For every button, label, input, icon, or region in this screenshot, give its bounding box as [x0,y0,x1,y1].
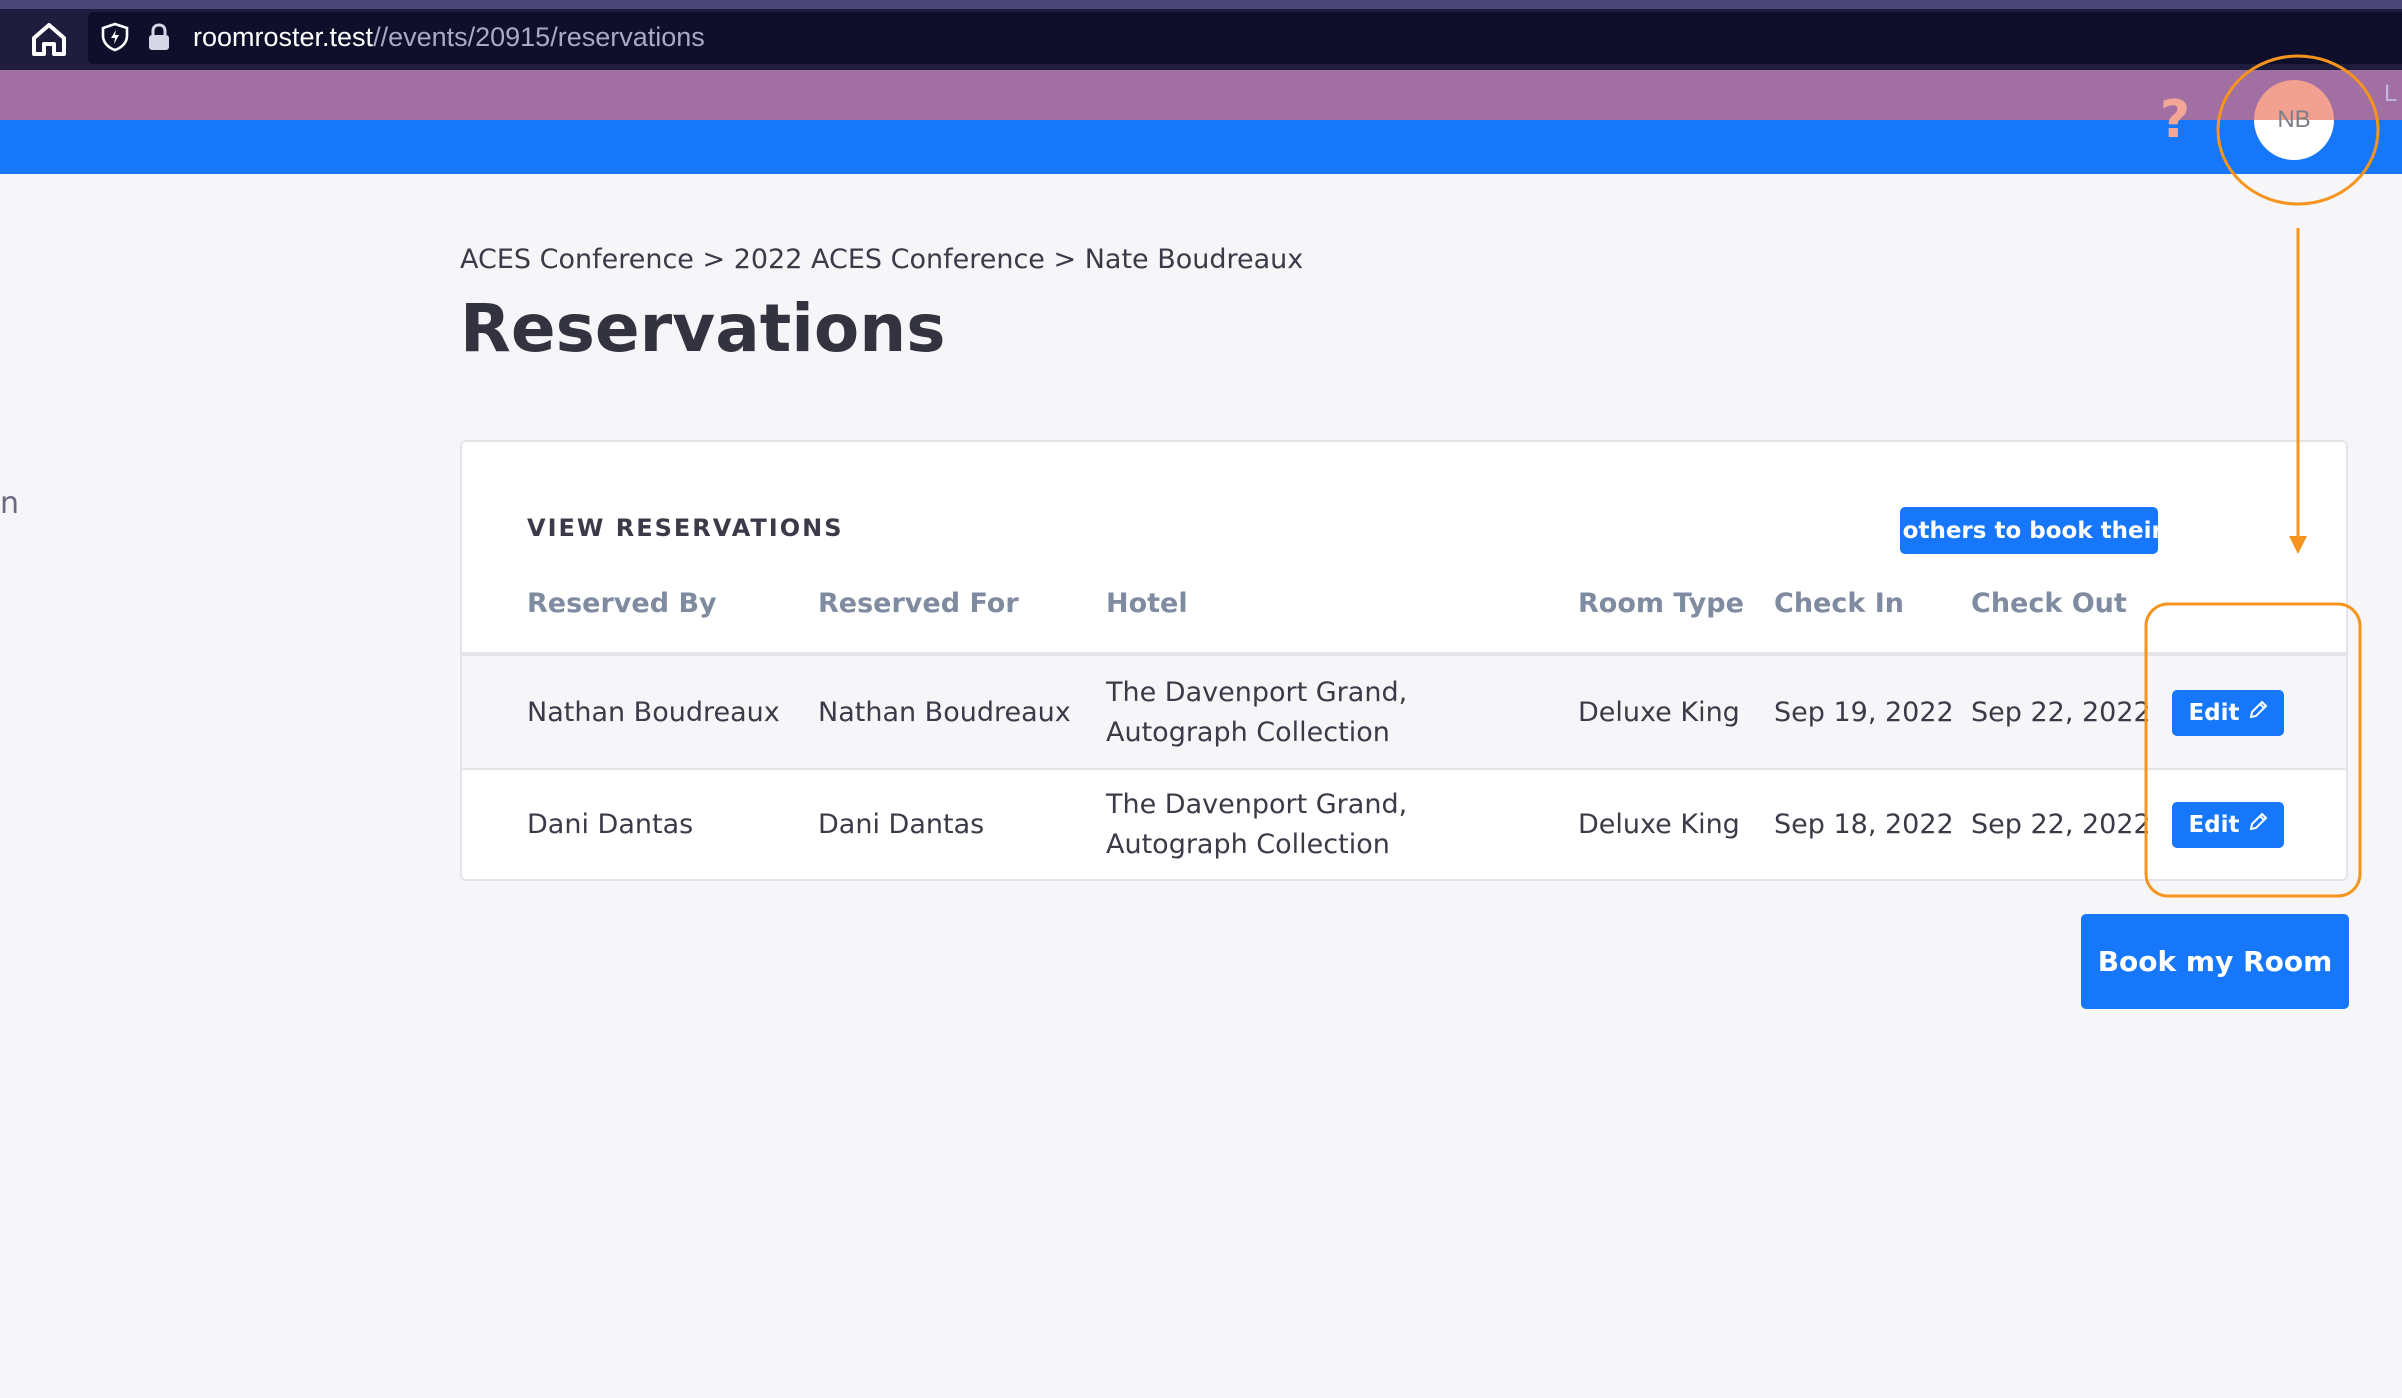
table-row: Nathan Boudreaux Nathan Boudreaux The Da… [462,656,2346,770]
column-header-reserved-by[interactable]: Reserved By [527,588,717,619]
cell-reserved-for: Nathan Boudreaux [818,697,1071,728]
url-host: roomroster.test [193,22,374,52]
reservations-card: VIEW RESERVATIONS Invite others to book … [460,440,2348,881]
edit-button[interactable]: Edit [2172,802,2284,848]
url-path: //events/20915/reservations [373,22,705,52]
column-header-room-type[interactable]: Room Type [1578,588,1744,619]
edit-label: Edit [2188,812,2240,838]
url-text[interactable]: roomroster.test//events/20915/reservatio… [193,19,705,55]
cell-check-out: Sep 22, 2022 [1971,809,2151,840]
sidebar-fragment: n [0,486,20,521]
invite-others-button[interactable]: Invite others to book their room [1820,507,2238,554]
lock-icon[interactable] [146,22,172,52]
cell-check-in: Sep 19, 2022 [1774,697,1954,728]
app-header-top-band [0,70,2402,120]
cell-room-type: Deluxe King [1578,697,1740,728]
cell-reserved-by: Nathan Boudreaux [527,697,780,728]
edit-button[interactable]: Edit [2172,690,2284,736]
help-icon[interactable]: ? [2155,92,2195,148]
cell-reserved-for: Dani Dantas [818,809,985,840]
app-header-nav-band [0,120,2402,174]
cell-room-type: Deluxe King [1578,809,1740,840]
pencil-icon [2248,700,2268,726]
avatar-initials: NB [2277,106,2311,133]
table-row: Dani Dantas Dani Dantas The Davenport Gr… [462,768,2346,882]
pencil-icon [2248,812,2268,838]
breadcrumb[interactable]: ACES Conference > 2022 ACES Conference >… [460,244,1303,275]
column-header-check-out[interactable]: Check Out [1971,588,2127,619]
avatar[interactable]: NB [2254,80,2334,160]
cell-check-out: Sep 22, 2022 [1971,697,2151,728]
column-header-reserved-for[interactable]: Reserved For [818,588,1019,619]
logout-link-fragment[interactable]: L [2384,80,2397,108]
toolbar-top-line [0,0,2402,9]
edit-label: Edit [2188,700,2240,726]
cell-reserved-by: Dani Dantas [527,809,694,840]
cell-check-in: Sep 18, 2022 [1774,809,1954,840]
column-header-check-in[interactable]: Check In [1774,588,1904,619]
page-title: Reservations [460,290,946,367]
home-icon[interactable] [26,16,72,62]
browser-toolbar: roomroster.test//events/20915/reservatio… [0,0,2402,70]
book-my-room-button[interactable]: Book my Room [2081,914,2349,1009]
cell-hotel: The Davenport Grand, Autograph Collectio… [1106,789,1408,860]
cell-hotel: The Davenport Grand, Autograph Collectio… [1106,677,1408,748]
card-heading: VIEW RESERVATIONS [527,514,844,542]
shield-icon[interactable] [100,22,130,52]
column-header-hotel[interactable]: Hotel [1106,588,1188,619]
